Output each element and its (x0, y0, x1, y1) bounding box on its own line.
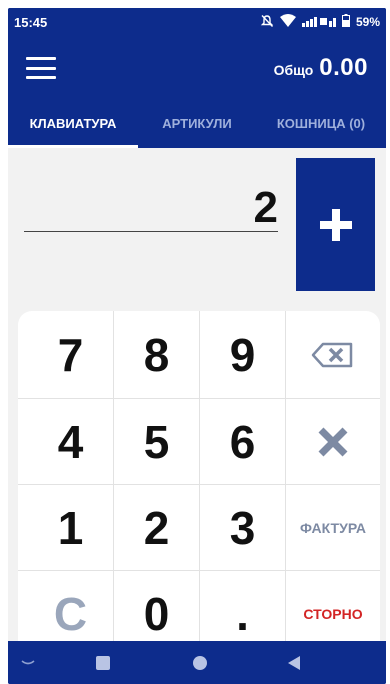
invoice-button[interactable]: ФАКТУРА (286, 485, 380, 570)
total-display: Общо 0.00 (274, 54, 368, 82)
status-time: 15:45 (14, 14, 48, 30)
tab-keyboard[interactable]: КЛАВИАТУРА (8, 100, 138, 148)
system-nav-bar (8, 641, 386, 684)
menu-icon[interactable] (26, 57, 56, 79)
status-icons: 59% (260, 14, 380, 31)
mute-icon (260, 14, 274, 31)
backspace-button[interactable] (286, 311, 380, 398)
tab-articles[interactable]: АРТИКУЛИ (138, 100, 256, 148)
status-bar: 15:45 59% (8, 8, 386, 36)
close-icon (318, 427, 348, 456)
plus-icon (319, 208, 352, 241)
wifi-icon (279, 14, 296, 30)
key-8[interactable]: 8 (114, 311, 199, 398)
key-dot[interactable]: . (200, 571, 285, 641)
total-label: Общо (273, 62, 314, 78)
app-bar: Общо 0.00 (8, 36, 386, 100)
key-3[interactable]: 3 (200, 485, 285, 570)
key-1[interactable]: 1 (28, 485, 113, 570)
app-frame: 15:45 59% Общо 0.00 КЛАВИАТУРА АРТИКУЛИ … (8, 8, 386, 684)
key-2[interactable]: 2 (114, 485, 199, 570)
clear-entry-button[interactable] (286, 399, 380, 484)
key-7[interactable]: 7 (28, 311, 113, 398)
quantity-display: 2 (253, 183, 278, 232)
total-value: 0.00 (319, 54, 368, 81)
battery-level: 59% (355, 15, 380, 29)
backspace-icon (311, 342, 353, 367)
tab-bar: КЛАВИАТУРА АРТИКУЛИ КОШНИЦА (0) (8, 100, 386, 148)
key-5[interactable]: 5 (114, 399, 199, 484)
clear-button[interactable]: C (28, 571, 113, 641)
add-button[interactable] (296, 158, 375, 291)
numeric-keypad: 7 8 9 4 5 6 1 2 3 ФАКТУРА C 0 . СТОРНО (18, 311, 380, 641)
key-4[interactable]: 4 (28, 399, 113, 484)
nav-back-icon[interactable] (274, 641, 314, 684)
nav-home-icon[interactable] (180, 641, 220, 684)
storno-button[interactable]: СТОРНО (286, 571, 380, 641)
keyboard-panel: 2 7 8 9 4 5 6 1 2 3 ФАКТУРА C 0 . СТОРНО (8, 148, 386, 641)
battery-icon (341, 14, 350, 30)
quantity-underline (24, 231, 278, 232)
key-6[interactable]: 6 (200, 399, 285, 484)
signal-icon (301, 15, 336, 30)
key-0[interactable]: 0 (114, 571, 199, 641)
tab-basket[interactable]: КОШНИЦА (0) (256, 100, 386, 148)
key-9[interactable]: 9 (200, 311, 285, 398)
nav-collapse-icon[interactable] (8, 641, 48, 684)
nav-recents-icon[interactable] (83, 641, 123, 684)
